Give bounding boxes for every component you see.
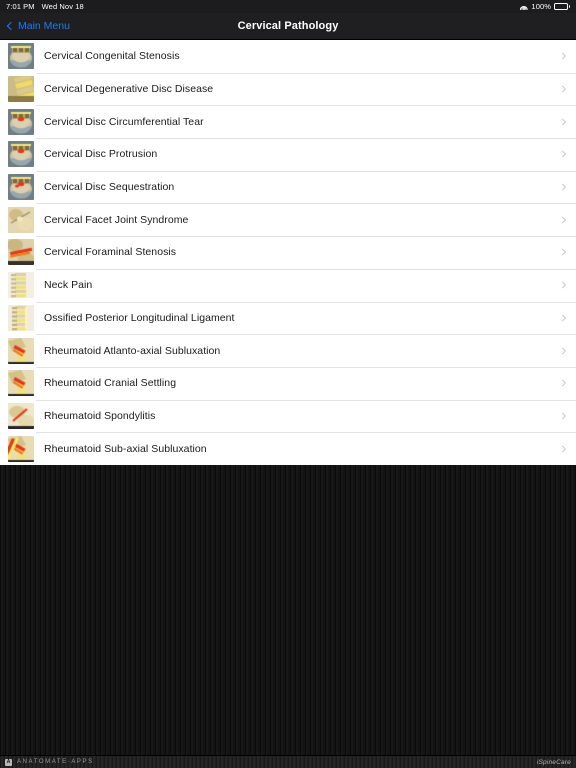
list-item-thumbnail <box>8 370 34 397</box>
anatomate-logo-icon: A <box>5 758 12 766</box>
chevron-right-icon[interactable] <box>558 118 567 126</box>
chevron-right-icon[interactable] <box>558 150 567 158</box>
list-item-label: Cervical Disc Circumferential Tear <box>44 115 204 128</box>
back-button[interactable]: Main Menu <box>6 20 70 32</box>
status-bar-left: 7:01 PM Wed Nov 18 <box>6 2 84 11</box>
list-item-label: Rheumatoid Cranial Settling <box>44 377 177 390</box>
list-item[interactable]: Cervical Disc Protrusion <box>0 138 576 171</box>
list-item[interactable]: Cervical Disc Circumferential Tear <box>0 105 576 139</box>
list-item[interactable]: Cervical Disc Sequestration <box>0 170 576 204</box>
list-item[interactable]: Cervical Facet Joint Syndrome <box>0 203 576 237</box>
list-item-thumbnail <box>8 108 34 135</box>
list-item-label: Cervical Congenital Stenosis <box>44 50 180 63</box>
list-item[interactable]: Rheumatoid Cranial Settling <box>0 366 576 400</box>
list-item[interactable]: Rheumatoid Atlanto-axial Subluxation <box>0 334 576 367</box>
navigation-bar: Main Menu Cervical Pathology <box>0 13 576 40</box>
wifi-icon <box>519 3 529 10</box>
chevron-right-icon[interactable] <box>558 216 567 224</box>
list-item-label: Ossified Posterior Longitudinal Ligament <box>44 311 235 324</box>
list-item-thumbnail <box>8 337 34 364</box>
chevron-right-icon[interactable] <box>558 346 567 355</box>
list-item-label: Cervical Degenerative Disc Disease <box>44 83 214 96</box>
list-item-label: Rheumatoid Sub-axial Subluxation <box>44 442 207 455</box>
list-item-label: Cervical Disc Sequestration <box>44 181 175 194</box>
battery-full-icon <box>554 3 570 10</box>
status-bar: 7:01 PM Wed Nov 18 100% <box>0 0 576 13</box>
list-item-label: Cervical Foraminal Stenosis <box>44 246 177 259</box>
list-item-label: Cervical Facet Joint Syndrome <box>44 213 189 226</box>
chevron-right-icon[interactable] <box>558 183 567 191</box>
chevron-right-icon[interactable] <box>558 52 567 60</box>
list-item-thumbnail <box>8 402 34 429</box>
chevron-right-icon[interactable] <box>558 379 567 387</box>
page-title: Cervical Pathology <box>237 20 339 32</box>
chevron-right-icon[interactable] <box>558 85 567 93</box>
list-item[interactable]: Neck Pain <box>0 268 576 302</box>
app-root: 7:01 PM Wed Nov 18 100% Main Menu Cervic… <box>0 0 576 768</box>
list-item-thumbnail <box>8 304 34 331</box>
list-item-thumbnail <box>8 435 34 462</box>
bottom-brand-bar: A ANATOMATE·APPS iSpineCare <box>0 755 576 768</box>
list-item-thumbnail <box>8 174 34 201</box>
chevron-left-icon <box>6 21 16 31</box>
list-item-thumbnail <box>8 43 34 70</box>
list-item-thumbnail <box>8 141 34 168</box>
chevron-right-icon[interactable] <box>558 314 567 322</box>
status-time: 7:01 PM <box>6 2 35 11</box>
list-item[interactable]: Cervical Foraminal Stenosis <box>0 236 576 269</box>
brand-text: ANATOMATE·APPS <box>17 759 94 765</box>
list-item[interactable]: Rheumatoid Spondylitis <box>0 399 576 433</box>
status-bar-right: 100% <box>519 2 570 11</box>
battery-percent-label: 100% <box>531 2 552 11</box>
list-item-label: Cervical Disc Protrusion <box>44 148 158 161</box>
chevron-right-icon[interactable] <box>558 281 567 289</box>
chevron-right-icon[interactable] <box>558 248 567 257</box>
list-item-thumbnail <box>8 239 34 266</box>
background-filler <box>0 465 576 755</box>
list-item-thumbnail <box>8 272 34 299</box>
status-date: Wed Nov 18 <box>41 2 84 11</box>
chevron-right-icon[interactable] <box>558 445 567 453</box>
list-item[interactable]: Ossified Posterior Longitudinal Ligament <box>0 301 576 335</box>
list-item-thumbnail <box>8 76 34 103</box>
app-name-label: iSpineCare <box>536 758 571 766</box>
list-item[interactable]: Rheumatoid Sub-axial Subluxation <box>0 432 576 465</box>
list-item-label: Rheumatoid Spondylitis <box>44 409 156 422</box>
list-item-thumbnail <box>8 206 34 233</box>
list-item-label: Rheumatoid Atlanto-axial Subluxation <box>44 344 221 357</box>
chevron-right-icon[interactable] <box>558 412 567 420</box>
list-item[interactable]: Cervical Degenerative Disc Disease <box>0 72 576 106</box>
list-item-label: Neck Pain <box>44 279 93 292</box>
brand-left-group: A ANATOMATE·APPS <box>5 758 94 766</box>
pathology-list: Cervical Congenital Stenosis Cervical Deg… <box>0 40 576 465</box>
back-button-label: Main Menu <box>18 20 70 32</box>
list-item[interactable]: Cervical Congenital Stenosis <box>0 40 576 73</box>
